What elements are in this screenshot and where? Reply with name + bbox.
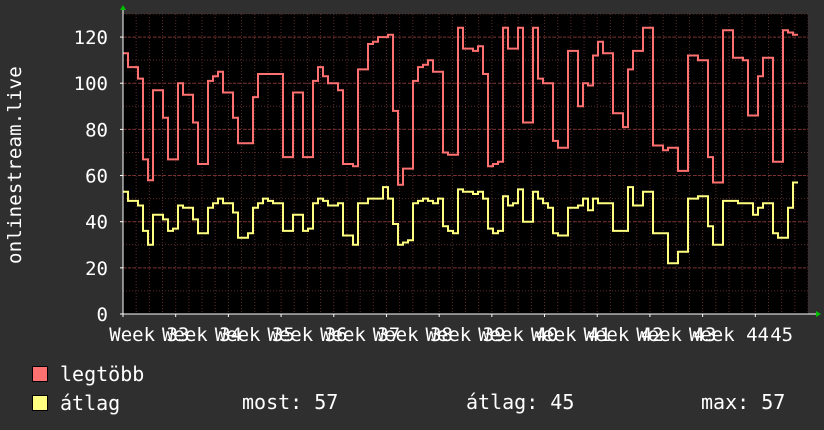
stat-average-label: átlag: [466,390,539,414]
legend-label-max: legtöbb [60,362,145,386]
x-tick-label: 45 [770,324,793,346]
legend-swatch-max [32,366,48,382]
y-tick-label: 20 [85,258,108,280]
y-tick-label: 0 [97,304,108,326]
legend-label-avg: átlag [60,391,121,415]
x-tick-label: Week 44 [689,324,769,346]
y-axis-label-text: onlinestream.live [4,66,26,264]
stat-average: átlag: 45 [466,390,574,414]
stat-now-value: 57 [314,390,339,414]
stat-max-label: max: [701,390,750,414]
x-axis-arrow [816,311,821,317]
y-axis-label: onlinestream.live [0,0,30,330]
y-tick-label: 120 [74,27,108,49]
y-tick-label: 100 [74,73,108,95]
y-tick-label: 60 [85,166,108,188]
legend-item-max: legtöbb [32,362,144,386]
stat-average-value: 45 [550,390,575,414]
y-axis-arrow [120,5,126,10]
stat-max-value: 57 [761,390,786,414]
y-tick-label: 40 [85,212,108,234]
stat-max: max: 57 [701,390,785,414]
legend-swatch-avg [32,395,48,411]
legend-item-avg: átlag [32,391,120,415]
y-tick-label: 80 [85,119,108,141]
stat-now-label: most: [242,390,303,414]
stat-now: most: 57 [242,390,338,414]
